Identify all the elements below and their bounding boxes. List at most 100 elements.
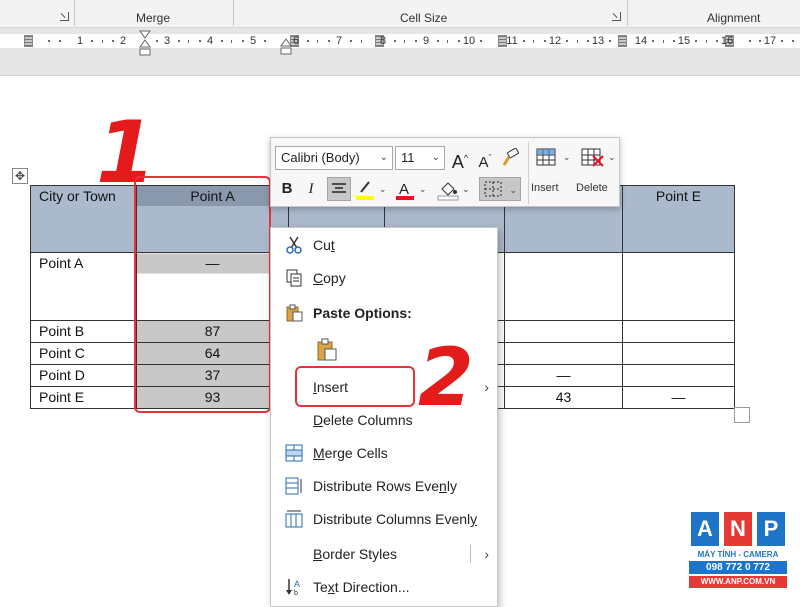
- first-line-indent-marker[interactable]: [139, 30, 151, 56]
- delete-label[interactable]: Delete: [576, 182, 608, 194]
- menu-item-distribute-rows[interactable]: Distribute Rows Evenly: [271, 471, 497, 501]
- logo-letter: P: [757, 512, 785, 546]
- column-highlight-box: [134, 176, 271, 413]
- ruler-dot: [759, 40, 761, 42]
- ruler-dot: [350, 40, 352, 42]
- table-cell[interactable]: Point B: [30, 320, 137, 343]
- chevron-down-icon[interactable]: ⌄: [608, 152, 616, 163]
- table-move-handle-icon[interactable]: ✥: [12, 168, 28, 184]
- menu-item-label: Border Styles: [313, 546, 398, 562]
- format-painter-icon[interactable]: [500, 148, 522, 168]
- font-size-value: 11: [401, 150, 415, 165]
- ruler-number: 6: [292, 35, 300, 47]
- ribbon-group-cell-size: Cell Size: [400, 11, 448, 25]
- dialog-launcher-icon[interactable]: [60, 12, 69, 21]
- ruler-dot: [221, 40, 223, 42]
- menu-item-label: Delete Columns: [313, 412, 413, 428]
- ruler-dot: [480, 40, 482, 42]
- ruler-dot: [91, 40, 93, 42]
- menu-item-text-direction[interactable]: A b Text Direction...: [271, 572, 497, 602]
- merge-cells-icon: [285, 444, 303, 462]
- ruler-tick: [361, 40, 362, 43]
- italic-icon[interactable]: I: [301, 177, 321, 201]
- grow-font-icon[interactable]: A^: [449, 146, 471, 172]
- chevron-down-icon[interactable]: ⌄: [379, 184, 387, 195]
- logo-tagline: MÁY TÍNH - CAMERA: [697, 550, 779, 559]
- step-number-2: 2: [418, 331, 474, 424]
- column-marker[interactable]: [24, 35, 33, 47]
- ruler-dot: [792, 40, 794, 42]
- ruler-dot: [781, 40, 783, 42]
- table-cell[interactable]: [504, 252, 623, 321]
- menu-item-border-styles[interactable]: Border Styles ›: [271, 539, 497, 569]
- table-cell[interactable]: [504, 342, 623, 365]
- table-cell[interactable]: 43: [504, 386, 623, 409]
- table-cell[interactable]: Point E: [622, 185, 735, 253]
- menu-item-label: Copy: [313, 270, 346, 286]
- chevron-down-icon[interactable]: ⌄: [462, 184, 470, 195]
- ruler-dot: [178, 40, 180, 42]
- menu-item-copy[interactable]: Copy: [271, 263, 497, 293]
- ruler-tick: [231, 40, 232, 43]
- ruler-number: 10: [462, 35, 476, 47]
- ruler-number: 17: [763, 35, 777, 47]
- horizontal-ruler[interactable]: 1 2 3 4 5 6 7 8 9 10 11 12 13 14 15 16 1…: [0, 34, 800, 48]
- chevron-down-icon[interactable]: ⌄: [563, 152, 571, 163]
- cell-size-launcher-icon[interactable]: [612, 12, 621, 21]
- align-center-button[interactable]: [327, 177, 351, 201]
- chevron-right-icon: ›: [484, 379, 489, 395]
- table-cell[interactable]: —: [504, 364, 623, 387]
- table-delete-icon[interactable]: [581, 146, 605, 168]
- insert-label[interactable]: Insert: [531, 182, 559, 194]
- shading-icon[interactable]: [437, 179, 459, 201]
- group-separator: [627, 0, 628, 26]
- font-color-icon[interactable]: A: [395, 179, 415, 201]
- ribbon-group-bar: Merge Cell Size Alignment: [0, 0, 800, 28]
- borders-button[interactable]: ⌄: [479, 177, 521, 201]
- table-cell[interactable]: Point E: [30, 386, 137, 409]
- ruler-number: 12: [548, 35, 562, 47]
- ribbon-group-merge: Merge: [136, 11, 171, 25]
- font-color-bar: [396, 196, 414, 200]
- menu-item-distribute-columns[interactable]: Distribute Columns Evenly: [271, 504, 497, 534]
- table-cell[interactable]: [622, 320, 735, 343]
- table-resize-handle[interactable]: [734, 407, 750, 423]
- menu-item-label: Text Direction...: [313, 579, 410, 595]
- ruler-dot: [695, 40, 697, 42]
- toolbar-separator: [528, 142, 529, 204]
- bold-icon[interactable]: B: [277, 177, 297, 201]
- ruler-number: 9: [422, 35, 430, 47]
- shrink-font-icon[interactable]: Aˇ: [474, 146, 496, 171]
- chevron-down-icon[interactable]: ⌄: [419, 184, 427, 195]
- menu-item-cut[interactable]: Cut: [271, 230, 497, 260]
- ruler-area: 1 2 3 4 5 6 7 8 9 10 11 12 13 14 15 16 1…: [0, 28, 800, 76]
- table-cell[interactable]: [504, 320, 623, 343]
- hanging-indent-marker[interactable]: [280, 38, 292, 56]
- table-cell[interactable]: [622, 342, 735, 365]
- ribbon-group-alignment: Alignment: [707, 11, 761, 25]
- table-cell[interactable]: —: [622, 386, 735, 409]
- table-cell[interactable]: [622, 252, 735, 321]
- font-size-box[interactable]: 11 ⌄: [395, 146, 445, 170]
- floating-mini-toolbar: Calibri (Body) ⌄ 11 ⌄ A^ Aˇ ⌄ Insert ⌄ D…: [270, 137, 620, 207]
- table-insert-icon[interactable]: [536, 146, 560, 168]
- table-cell[interactable]: Point A: [30, 252, 137, 321]
- logo-letter: N: [724, 512, 752, 546]
- ruler-number: 13: [591, 35, 605, 47]
- ruler-dot: [48, 40, 50, 42]
- table-cell[interactable]: Point D: [30, 364, 137, 387]
- ruler-dot: [587, 40, 589, 42]
- align-center-icon: [332, 183, 346, 193]
- logo-phone: 098 772 0 772: [689, 561, 787, 574]
- ruler-dot: [437, 40, 439, 42]
- ruler-tick: [447, 40, 448, 43]
- menu-item-merge-cells[interactable]: Merge Cells: [271, 438, 497, 468]
- table-cell[interactable]: Point C: [30, 342, 137, 365]
- highlight-icon[interactable]: [355, 179, 375, 201]
- ruler-dot: [652, 40, 654, 42]
- chevron-down-icon: ⌄: [379, 152, 388, 163]
- font-name-value: Calibri (Body): [281, 150, 360, 165]
- column-marker[interactable]: [618, 35, 627, 47]
- table-cell[interactable]: [622, 364, 735, 387]
- font-name-box[interactable]: Calibri (Body) ⌄: [275, 146, 393, 170]
